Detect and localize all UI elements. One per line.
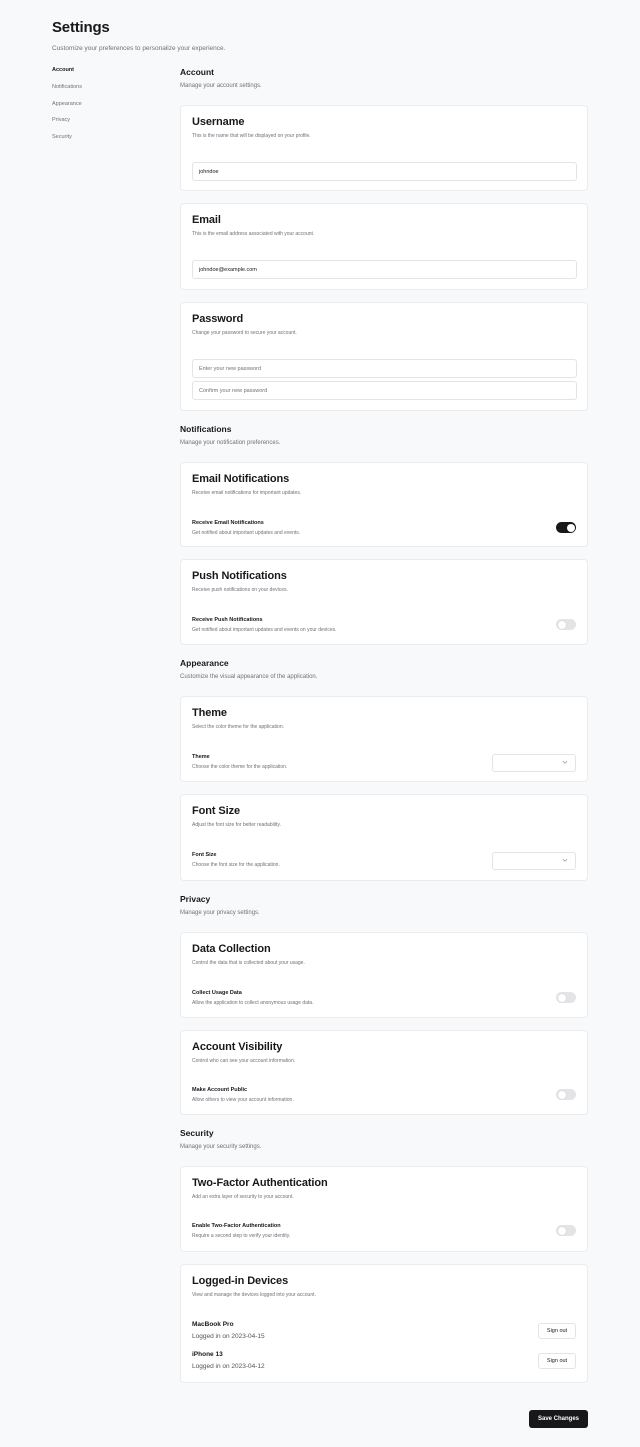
section-title: Account xyxy=(180,67,214,77)
email-card: Email This is the email address associat… xyxy=(180,203,588,290)
sign-out-button[interactable]: Sign out xyxy=(538,1323,576,1339)
chevron-down-icon xyxy=(562,858,568,862)
sidebar-item-appearance[interactable]: Appearance xyxy=(52,100,162,117)
page-subtitle: Customize your preferences to personaliz… xyxy=(52,45,226,52)
save-changes-button[interactable]: Save Changes xyxy=(529,1410,588,1428)
account-visibility-card: Account Visibility Control who can see y… xyxy=(180,1030,588,1115)
privacy-section-header: Privacy Manage your privacy settings. xyxy=(180,893,260,917)
card-title: Logged-in Devices xyxy=(192,1275,289,1287)
section-title: Appearance xyxy=(180,658,229,668)
setting-label: Collect Usage Data xyxy=(192,990,242,996)
card-description: Change your password to secure your acco… xyxy=(192,330,297,336)
card-title: Password xyxy=(192,313,244,325)
card-description: View and manage the devices logged into … xyxy=(192,1292,316,1298)
logged-in-devices-card: Logged-in Devices View and manage the de… xyxy=(180,1264,588,1383)
card-title: Theme xyxy=(192,707,227,719)
security-section-header: Security Manage your security settings. xyxy=(180,1127,261,1151)
notifications-section-header: Notifications Manage your notification p… xyxy=(180,423,280,447)
setting-description: Allow others to view your account inform… xyxy=(192,1097,294,1103)
section-description: Manage your notification preferences. xyxy=(180,440,281,446)
card-description: Control the data that is collected about… xyxy=(192,960,305,966)
setting-description: Choose the color theme for the applicati… xyxy=(192,764,288,770)
data-collection-card: Data Collection Control the data that is… xyxy=(180,932,588,1018)
card-title: Font Size xyxy=(192,805,240,817)
username-input[interactable] xyxy=(192,162,577,181)
push-notifications-toggle[interactable] xyxy=(556,619,576,630)
device-name: MacBook Pro xyxy=(192,1321,234,1328)
card-description: Select the color theme for the applicati… xyxy=(192,724,284,730)
sign-out-button[interactable]: Sign out xyxy=(538,1353,576,1369)
email-input[interactable] xyxy=(192,260,577,279)
card-description: This is the email address associated wit… xyxy=(192,231,315,237)
two-factor-card: Two-Factor Authentication Add an extra l… xyxy=(180,1166,588,1252)
username-card: Username This is the name that will be d… xyxy=(180,105,588,191)
setting-description: Choose the font size for the application… xyxy=(192,862,280,868)
section-description: Manage your privacy settings. xyxy=(180,910,260,916)
toggle-knob xyxy=(557,993,566,1002)
setting-description: Require a second step to verify your ide… xyxy=(192,1233,291,1239)
new-password-input[interactable] xyxy=(192,359,577,378)
font-size-select[interactable] xyxy=(492,852,576,870)
card-title: Push Notifications xyxy=(192,570,287,582)
account-section-header: Account Manage your account settings. xyxy=(180,66,262,90)
device-login-date: Logged in on 2023-04-12 xyxy=(192,1363,265,1370)
section-title: Privacy xyxy=(180,894,211,904)
sidebar-item-notifications[interactable]: Notifications xyxy=(52,83,162,100)
toggle-knob xyxy=(557,1090,566,1099)
theme-card: Theme Select the color theme for the app… xyxy=(180,696,588,782)
page-header: Settings Customize your preferences to p… xyxy=(52,19,225,52)
card-description: Add an extra layer of security to your a… xyxy=(192,1194,294,1200)
sidebar-item-account[interactable]: Account xyxy=(52,66,162,83)
make-account-public-toggle[interactable] xyxy=(556,1089,576,1100)
toggle-knob xyxy=(566,523,575,532)
setting-description: Get notified about important updates and… xyxy=(192,530,301,536)
setting-description: Allow the application to collect anonymo… xyxy=(192,1000,314,1006)
card-description: Adjust the font size for better readabil… xyxy=(192,822,281,828)
section-description: Customize the visual appearance of the a… xyxy=(180,674,318,680)
card-title: Email Notifications xyxy=(192,473,290,485)
card-title: Two-Factor Authentication xyxy=(192,1177,328,1189)
font-size-card: Font Size Adjust the font size for bette… xyxy=(180,794,588,881)
section-title: Notifications xyxy=(180,424,232,434)
device-login-date: Logged in on 2023-04-15 xyxy=(192,1333,265,1340)
card-description: Receive push notifications on your devic… xyxy=(192,587,288,593)
card-title: Username xyxy=(192,116,245,128)
card-description: This is the name that will be displayed … xyxy=(192,133,311,139)
device-name: iPhone 13 xyxy=(192,1351,223,1358)
setting-label: Enable Two-Factor Authentication xyxy=(192,1223,281,1229)
setting-label: Receive Push Notifications xyxy=(192,617,263,623)
appearance-section-header: Appearance Customize the visual appearan… xyxy=(180,657,317,681)
section-description: Manage your security settings. xyxy=(180,1144,262,1150)
setting-description: Get notified about important updates and… xyxy=(192,627,337,633)
confirm-password-input[interactable] xyxy=(192,381,577,400)
setting-label: Make Account Public xyxy=(192,1087,248,1093)
sidebar-item-privacy[interactable]: Privacy xyxy=(52,116,162,133)
setting-label: Font Size xyxy=(192,852,217,858)
card-description: Control who can see your account informa… xyxy=(192,1058,296,1064)
email-notifications-card: Email Notifications Receive email notifi… xyxy=(180,462,588,547)
password-card: Password Change your password to secure … xyxy=(180,302,588,411)
card-title: Data Collection xyxy=(192,943,271,955)
email-notifications-toggle[interactable] xyxy=(556,522,576,533)
toggle-knob xyxy=(557,1226,566,1235)
sidebar-item-security[interactable]: Security xyxy=(52,133,162,150)
setting-label: Receive Email Notifications xyxy=(192,520,264,526)
section-title: Security xyxy=(180,1128,214,1138)
section-description: Manage your account settings. xyxy=(180,83,262,89)
card-description: Receive email notifications for importan… xyxy=(192,490,302,496)
page-title: Settings xyxy=(52,19,110,36)
setting-label: Theme xyxy=(192,754,210,760)
card-title: Email xyxy=(192,214,221,226)
card-title: Account Visibility xyxy=(192,1041,283,1053)
push-notifications-card: Push Notifications Receive push notifica… xyxy=(180,559,588,645)
sidebar-nav: Account Notifications Appearance Privacy… xyxy=(52,66,162,150)
two-factor-toggle[interactable] xyxy=(556,1225,576,1236)
chevron-down-icon xyxy=(562,760,568,764)
theme-select[interactable] xyxy=(492,754,576,772)
toggle-knob xyxy=(557,620,566,629)
collect-usage-data-toggle[interactable] xyxy=(556,992,576,1003)
